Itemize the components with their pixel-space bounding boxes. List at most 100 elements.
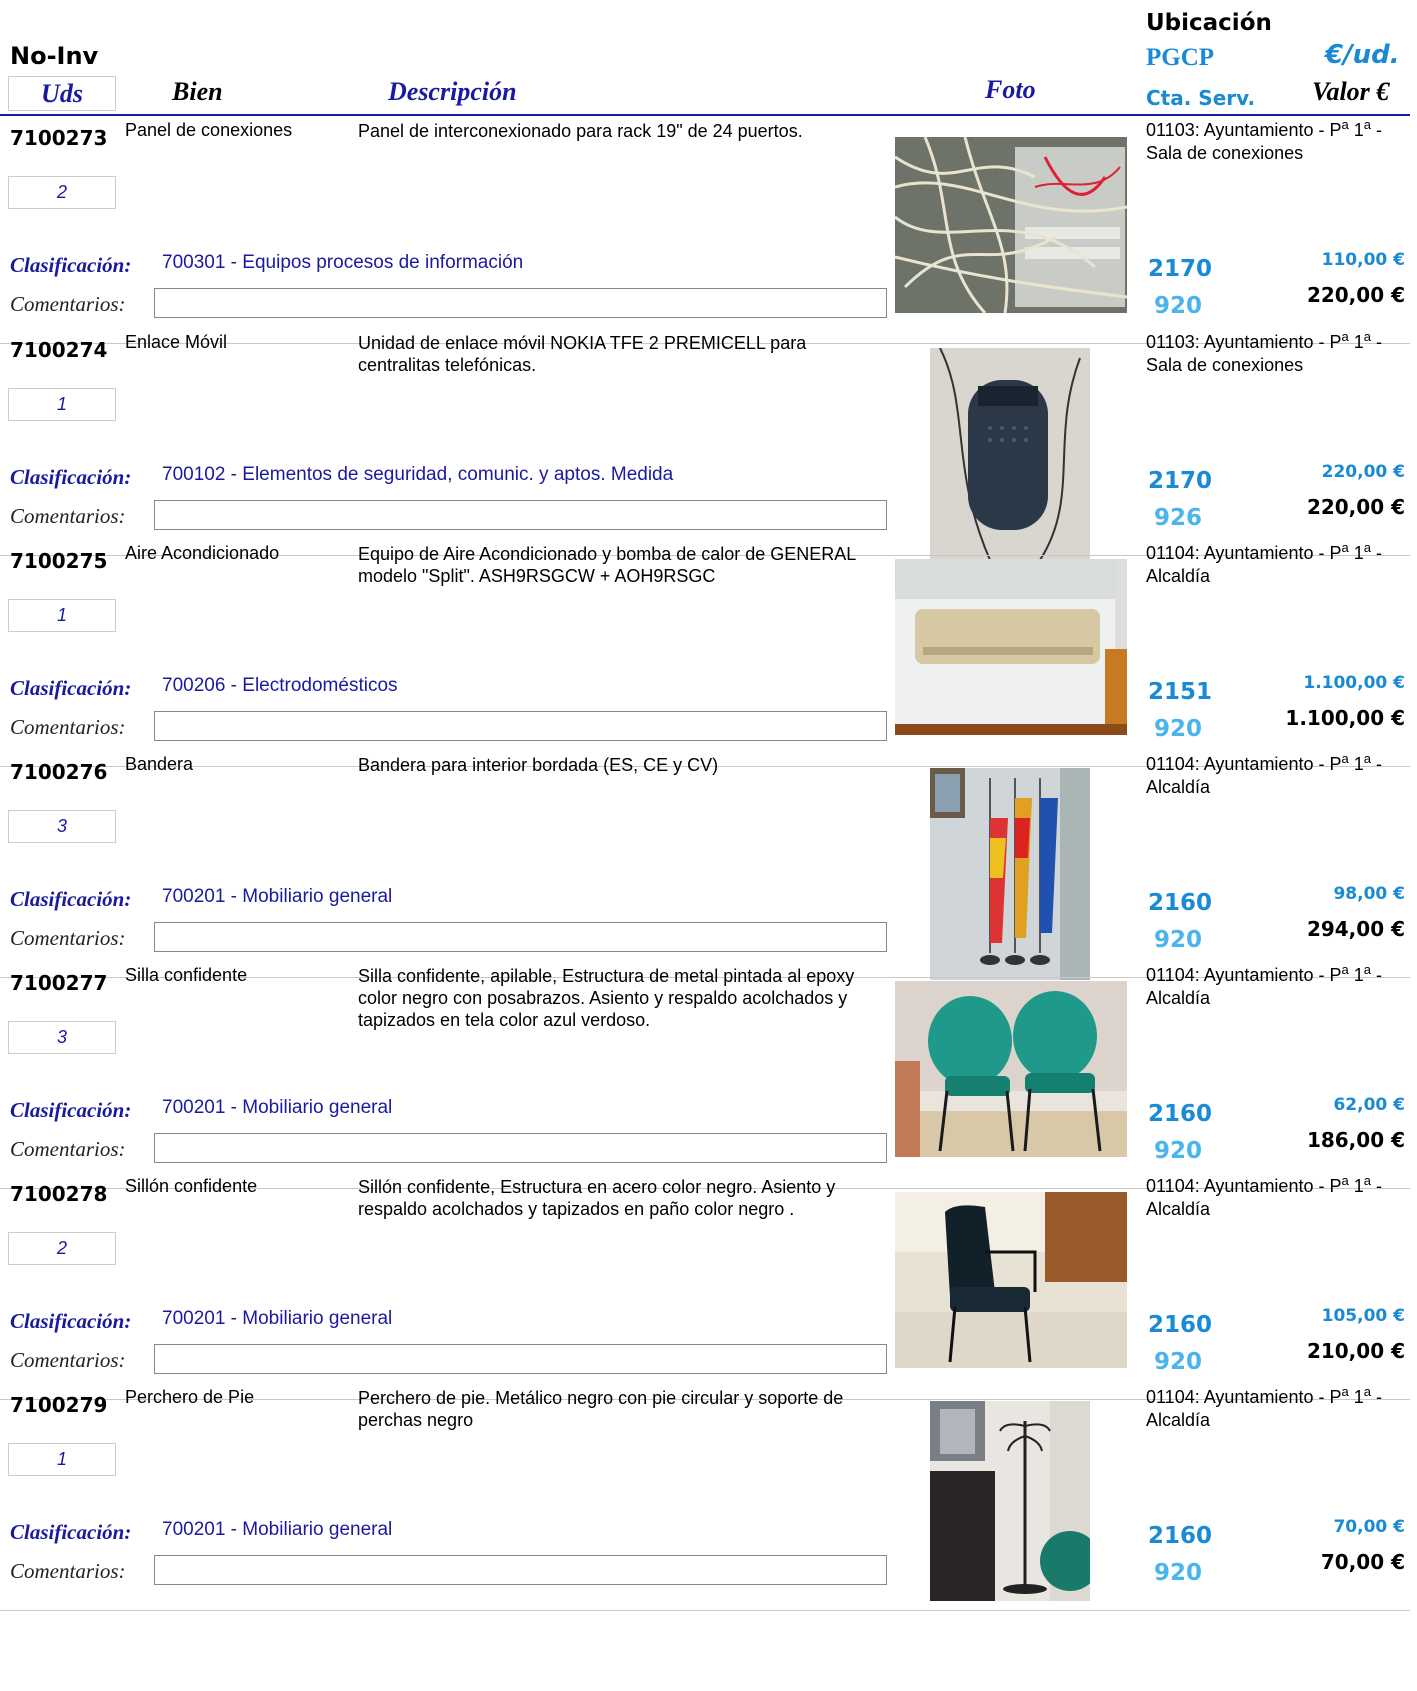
classification-label: Clasificación: [10,1098,132,1122]
classification-label: Clasificación: [10,1309,132,1333]
pgcp-account: 2160 [1148,1523,1213,1549]
item-name: Bandera [125,754,194,774]
total-value: 220,00 € [1306,283,1405,307]
pgcp-account: 2170 [1148,256,1213,282]
location-text: 01104: Ayuntamiento - Pa 1a - Alcaldía [1146,751,1382,797]
inventory-record: 7100279 1 Perchero de Pie Perchero de pie. … [0,1383,1410,1611]
item-name: Panel de conexiones [125,120,293,140]
item-name: Perchero de Pie [125,1387,255,1407]
pgcp-account: 2151 [1148,679,1213,705]
classification-value: 700102 - Elementos de seguridad, comunic… [162,464,674,485]
total-value: 1.100,00 € [1285,706,1405,730]
header-foto: Foto [985,75,1036,104]
unit-value: 70,00 € [1333,1517,1405,1537]
service-code: 920 [1154,1138,1203,1164]
inventory-record: 7100277 3 Silla confidente Silla confidente… [0,961,1410,1189]
comments-field[interactable] [154,922,887,952]
item-description: Sillón confidente, Estructura en acero c… [358,1177,836,1219]
item-description: Equipo de Aire Acondicionado y bomba de … [358,544,856,586]
inventory-number: 7100278 [10,1182,108,1206]
comments-label: Comentarios: [10,292,126,316]
comments-label: Comentarios: [10,926,126,950]
header-uds: Uds [8,76,116,111]
inventory-number: 7100279 [10,1393,108,1417]
inventory-number: 7100277 [10,971,108,995]
classification-label: Clasificación: [10,465,132,489]
column-header: No-Inv Uds Bien Descripción Foto Ubicaci… [0,0,1417,116]
location-text: 01103: Ayuntamiento - Pa 1a - Sala de co… [1146,117,1382,163]
location-text: 01104: Ayuntamiento - Pa 1a - Alcaldía [1146,1173,1382,1219]
comments-field[interactable] [154,500,887,530]
item-photo [895,559,1127,735]
service-code: 920 [1154,1560,1203,1586]
service-code: 920 [1154,716,1203,742]
header-ubicacion: Ubicación [1146,10,1272,36]
header-eur-ud: €/ud. [1325,40,1400,70]
pgcp-account: 2170 [1148,468,1213,494]
item-name: Aire Acondicionado [125,543,280,563]
inventory-record: 7100273 2 Panel de conexiones Panel de inte… [0,116,1410,344]
header-no-inv: No-Inv [10,42,99,70]
item-description: Bandera para interior bordada (ES, CE y … [358,755,719,775]
item-photo [895,1192,1127,1368]
unit-value: 1.100,00 € [1303,673,1405,693]
inventory-number: 7100276 [10,760,108,784]
unit-value: 220,00 € [1321,462,1405,482]
service-code: 920 [1154,293,1203,319]
item-description: Perchero de pie. Metálico negro con pie … [358,1388,844,1430]
comments-label: Comentarios: [10,1348,126,1372]
header-valor: Valor € [1312,77,1390,106]
header-pgcp: PGCP [1146,44,1215,71]
classification-value: 700301 - Equipos procesos de información [162,252,524,273]
item-description: Panel de interconexionado para rack 19" … [358,121,803,141]
unit-value: 62,00 € [1333,1095,1405,1115]
comments-label: Comentarios: [10,1559,126,1583]
comments-label: Comentarios: [10,1137,126,1161]
classification-value: 700206 - Electrodomésticos [162,675,398,696]
classification-label: Clasificación: [10,676,132,700]
item-description: Unidad de enlace móvil NOKIA TFE 2 PREMI… [358,333,807,375]
comments-field[interactable] [154,1555,887,1585]
quantity-field[interactable]: 1 [8,599,116,632]
total-value: 186,00 € [1306,1128,1405,1152]
service-code: 920 [1154,927,1203,953]
header-cta-serv: Cta. Serv. [1146,86,1256,110]
pgcp-account: 2160 [1148,1312,1213,1338]
inventory-record: 7100276 3 Bandera Bandera para interior bor… [0,750,1410,980]
service-code: 920 [1154,1349,1203,1375]
inventory-number: 7100273 [10,126,108,150]
quantity-field[interactable]: 1 [8,388,116,421]
classification-value: 700201 - Mobiliario general [162,1519,393,1540]
header-descripcion: Descripción [388,77,517,106]
comments-field[interactable] [154,1344,887,1374]
quantity-field[interactable]: 2 [8,176,116,209]
quantity-field[interactable]: 3 [8,1021,116,1054]
location-text: 01104: Ayuntamiento - Pa 1a - Alcaldía [1146,1384,1382,1430]
item-name: Silla confidente [125,965,248,985]
location-text: 01104: Ayuntamiento - Pa 1a - Alcaldía [1146,540,1382,586]
comments-label: Comentarios: [10,504,126,528]
comments-field[interactable] [154,1133,887,1163]
item-name: Enlace Móvil [125,332,228,352]
total-value: 220,00 € [1306,495,1405,519]
inventory-record: 7100275 1 Aire Acondicionado Equipo de Aire… [0,539,1410,767]
quantity-field[interactable]: 1 [8,1443,116,1476]
pgcp-account: 2160 [1148,890,1213,916]
classification-label: Clasificación: [10,887,132,911]
total-value: 210,00 € [1306,1339,1405,1363]
quantity-field[interactable]: 2 [8,1232,116,1265]
inventory-record: 7100274 1 Enlace Móvil Unidad de enlace móv… [0,328,1410,560]
item-photo [930,1401,1090,1601]
inventory-record: 7100278 2 Sillón confidente Sillón confiden… [0,1172,1410,1400]
header-bien: Bien [172,77,223,106]
comments-field[interactable] [154,288,887,318]
item-photo [895,137,1127,313]
quantity-field[interactable]: 3 [8,810,116,843]
comments-field[interactable] [154,711,887,741]
unit-value: 110,00 € [1321,250,1405,270]
total-value: 294,00 € [1306,917,1405,941]
classification-label: Clasificación: [10,1520,132,1544]
unit-value: 98,00 € [1333,884,1405,904]
item-name: Sillón confidente [125,1176,258,1196]
item-photo [930,348,1090,560]
